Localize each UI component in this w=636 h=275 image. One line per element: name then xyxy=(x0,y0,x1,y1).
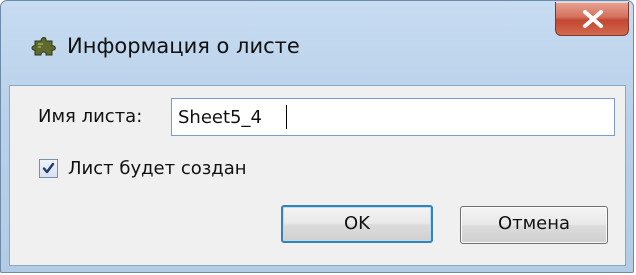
create-sheet-checkbox[interactable] xyxy=(39,159,58,178)
window-title: Информация о листе xyxy=(67,34,300,58)
checkmark-icon xyxy=(42,162,55,174)
create-sheet-label[interactable]: Лист будет создан xyxy=(68,156,247,182)
sheet-name-label: Имя листа: xyxy=(38,106,143,127)
close-icon xyxy=(583,10,603,28)
sheet-name-input[interactable] xyxy=(171,98,615,136)
dialog-content: Имя листа: Лист будет создан OK Отмена xyxy=(9,85,626,266)
cancel-button[interactable]: Отмена xyxy=(460,206,608,244)
dialog-window: Информация о листе Имя листа: Лист будет… xyxy=(0,0,634,273)
ok-button[interactable]: OK xyxy=(281,205,433,243)
title-bar[interactable]: Информация о листе xyxy=(1,1,633,85)
puzzle-piece-icon xyxy=(31,33,61,59)
close-button[interactable] xyxy=(555,2,629,36)
text-caret xyxy=(286,105,287,129)
